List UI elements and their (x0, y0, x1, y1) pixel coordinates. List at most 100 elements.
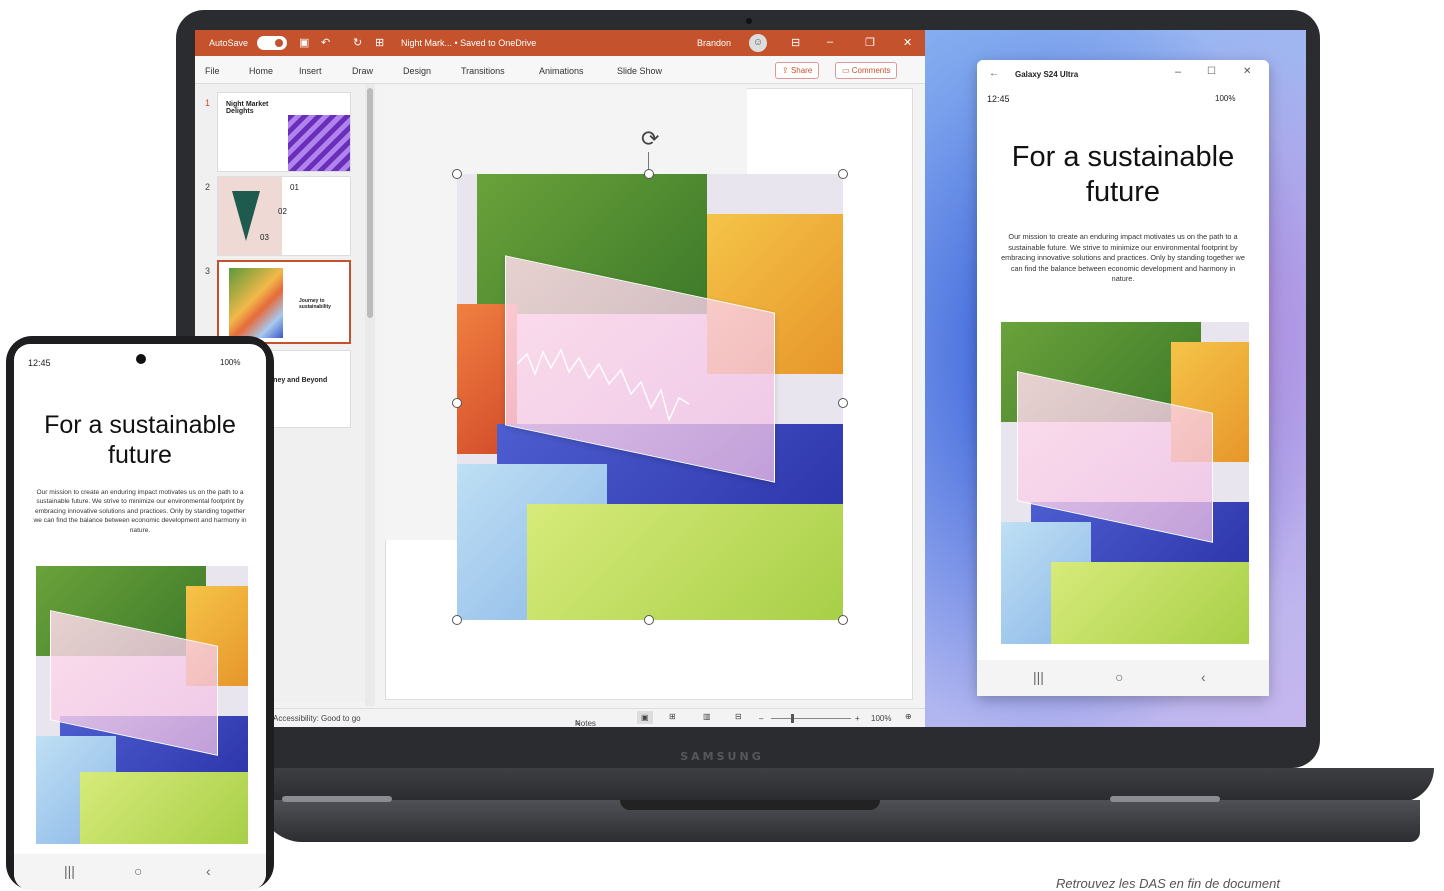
zoom-out-icon[interactable]: – (759, 714, 763, 723)
title-bar: AutoSave ▣ ↶ ↻ ⊞ Night Mark... • Saved t… (195, 30, 925, 56)
slide-thumb-1[interactable]: Night Market Delights (217, 92, 351, 172)
zoom-in-icon[interactable]: + (855, 714, 860, 723)
resize-handle[interactable] (838, 615, 848, 625)
slide-thumb-2[interactable]: 01 02 03 (217, 176, 351, 256)
normal-view-icon[interactable]: ▣ (637, 711, 653, 724)
page-body: Our mission to create an enduring impact… (33, 489, 247, 534)
tab-draw[interactable]: Draw (352, 66, 373, 76)
status-time: 12:45 (28, 358, 51, 368)
home-icon[interactable]: ○ (134, 863, 142, 879)
resize-handle[interactable] (452, 615, 462, 625)
slide-thumb-image (229, 268, 283, 338)
accessibility-status[interactable]: Accessibility: Good to go (273, 714, 361, 723)
tab-animations[interactable]: Animations (539, 66, 584, 76)
share-label: Share (790, 66, 813, 75)
picture-art (457, 174, 843, 620)
laptop-screen: AutoSave ▣ ↶ ↻ ⊞ Night Mark... • Saved t… (195, 30, 1306, 727)
tab-file[interactable]: File (205, 66, 220, 76)
resize-handle[interactable] (452, 169, 462, 179)
slide-number: 2 (205, 182, 211, 192)
comments-label: Comments (851, 66, 891, 75)
android-nav-bar: ||| ○ ‹ (977, 660, 1269, 696)
resize-handle[interactable] (452, 398, 462, 408)
resize-handle[interactable] (838, 169, 848, 179)
window-title: Galaxy S24 Ultra (1015, 70, 1079, 79)
front-camera (136, 354, 146, 364)
battery-level: 100% (220, 358, 241, 367)
phone-mirror-window: ← Galaxy S24 Ultra – ☐ ✕ 12:45 100% For … (977, 60, 1269, 696)
scrollbar-thumb[interactable] (367, 88, 373, 318)
present-icon[interactable]: ⊞ (375, 36, 384, 49)
slideshow-icon[interactable]: ⊟ (735, 712, 742, 721)
document-title[interactable]: Night Mark... • Saved to OneDrive (401, 38, 536, 48)
close-icon[interactable]: ✕ (1243, 66, 1251, 77)
page-body: Our mission to create an enduring impact… (1001, 232, 1245, 283)
undo-icon[interactable]: ↶ (321, 36, 330, 49)
minimize-icon[interactable]: – (827, 36, 833, 48)
comments-button[interactable]: ▭ Comments (835, 62, 898, 79)
maximize-icon[interactable]: ☐ (1207, 66, 1216, 77)
android-nav-bar: ||| ○ ‹ (14, 854, 266, 890)
back-icon[interactable]: ‹ (1201, 669, 1206, 685)
slide-thumb-item: 03 (260, 233, 269, 242)
ribbon-display-icon[interactable]: ⊟ (791, 36, 800, 49)
user-name: Brandon (697, 38, 732, 48)
notes-label: Notes (575, 719, 596, 727)
close-icon[interactable]: ✕ (903, 36, 912, 49)
share-button[interactable]: ⇪ Share (775, 62, 820, 79)
slide-sorter-icon[interactable]: ⊞ (669, 712, 676, 721)
zoom-level[interactable]: 100% (871, 714, 891, 723)
battery-level: 100% (1215, 94, 1236, 103)
back-icon[interactable]: ← (989, 68, 999, 79)
home-icon[interactable]: ○ (1115, 669, 1123, 685)
webcam (746, 18, 752, 24)
reading-view-icon[interactable]: ▥ (703, 712, 711, 721)
slide-thumb-item: 01 (290, 183, 299, 192)
page-heading: For a sustainable future (44, 411, 236, 469)
status-bar: Accessibility: Good to go ≡ Notes ▣ ⊞ ▥ … (195, 708, 925, 727)
selected-picture[interactable] (457, 174, 843, 620)
zoom-slider-thumb[interactable] (791, 714, 794, 723)
share-icon: ⇪ (782, 66, 791, 75)
back-icon[interactable]: ‹ (206, 863, 211, 879)
resize-handle[interactable] (644, 169, 654, 179)
autosave-label: AutoSave (209, 38, 249, 48)
zoom-slider[interactable] (771, 718, 851, 719)
avatar[interactable]: ☺ (749, 34, 767, 52)
fit-slide-icon[interactable]: ⊕ (905, 712, 912, 721)
ribbon-tabs: File Home Insert Draw Design Transitions… (195, 56, 925, 84)
laptop-hinge-left (282, 796, 392, 802)
slide-thumb-shape (232, 191, 260, 241)
laptop-hinge-right (1110, 796, 1220, 802)
minimize-icon[interactable]: – (1175, 66, 1181, 78)
tab-transitions[interactable]: Transitions (461, 66, 505, 76)
resize-handle[interactable] (838, 398, 848, 408)
tab-design[interactable]: Design (403, 66, 431, 76)
status-time: 12:45 (987, 94, 1010, 104)
page-heading: For a sustainable future (1011, 141, 1235, 208)
slide-number: 3 (205, 266, 211, 276)
resize-handle[interactable] (644, 615, 654, 625)
tab-insert[interactable]: Insert (299, 66, 322, 76)
rotate-handle-icon[interactable]: ⟳ (641, 126, 659, 152)
comment-icon: ▭ (842, 66, 852, 75)
recents-icon[interactable]: ||| (1033, 669, 1044, 685)
tab-home[interactable]: Home (249, 66, 273, 76)
restore-icon[interactable]: ❐ (865, 36, 875, 49)
sustainability-image (36, 566, 248, 844)
slide-number: 1 (205, 98, 211, 108)
slide-thumb-item: 02 (278, 207, 287, 216)
recents-icon[interactable]: ||| (64, 863, 75, 879)
phone-screen: 12:45 100% For a sustainable future Our … (14, 344, 266, 890)
sustainability-image (1001, 322, 1249, 644)
autosave-toggle[interactable] (257, 36, 287, 50)
powerpoint-window: AutoSave ▣ ↶ ↻ ⊞ Night Mark... • Saved t… (195, 30, 925, 727)
slide-thumb-title: Night Market Delights (226, 101, 269, 115)
redo-icon[interactable]: ↻ (353, 36, 362, 49)
slide-thumb-3[interactable]: Journey to sustainability (217, 260, 351, 344)
slide-thumb-title: Journey to sustainability (299, 298, 331, 310)
tab-slide-show[interactable]: Slide Show (617, 66, 662, 76)
sar-disclaimer: Retrouvez les DAS en fin de document (1056, 876, 1281, 891)
save-icon[interactable]: ▣ (299, 36, 309, 49)
slide-thumb-image (288, 115, 350, 171)
